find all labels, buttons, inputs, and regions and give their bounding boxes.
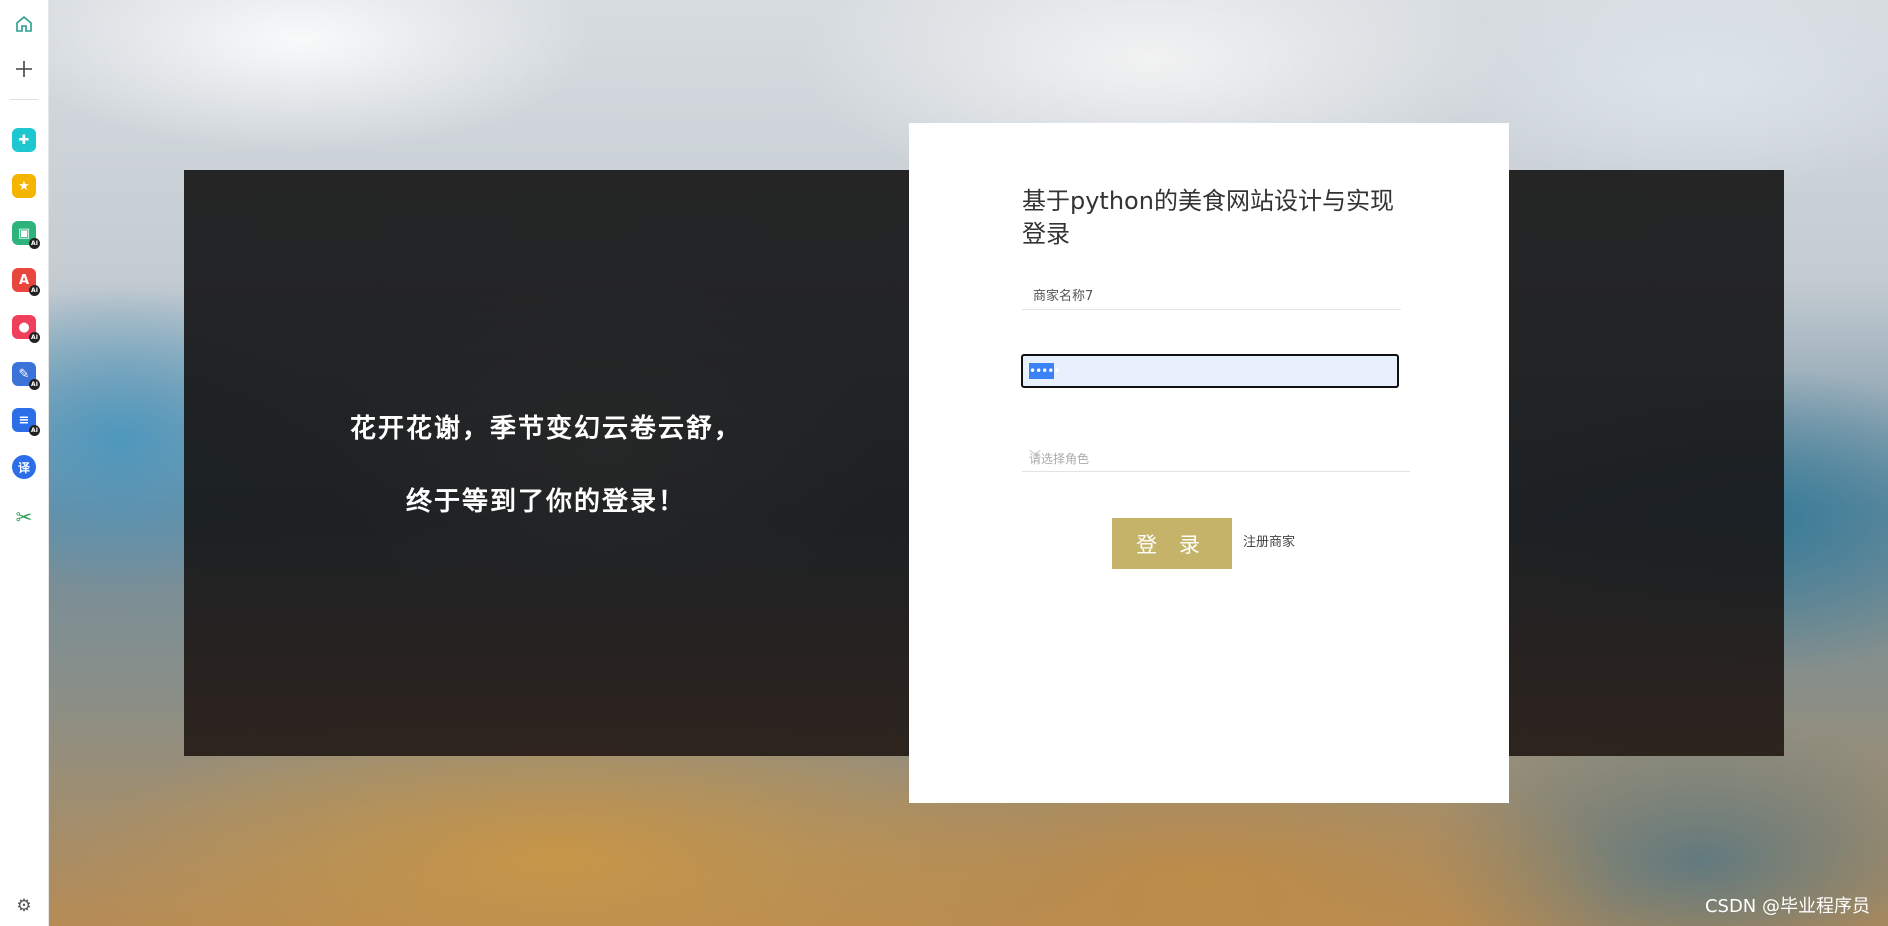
username-value: 商家名称7 [1033, 289, 1094, 304]
browser-sidebar: ✚ ★ ▣ AI A AI ● AI ✎ AI ≡ AI 译 ✂ ⚙ [0, 0, 49, 926]
password-selected-text: ••••• [1029, 363, 1060, 379]
app-tile-star-icon[interactable]: ★ [10, 172, 38, 200]
settings-icon[interactable]: ⚙ [10, 892, 38, 920]
welcome-slogan: 花开花谢，季节变幻云卷云舒， 终于等到了你的登录！ [184, 170, 908, 756]
app-tile-doc-icon[interactable]: ≡ AI [10, 406, 40, 436]
login-button[interactable]: 登 录 [1112, 518, 1232, 569]
register-merchant-link[interactable]: 注册商家 [1243, 531, 1295, 550]
title-line-2: 登录 [1022, 220, 1070, 248]
slogan-line-1: 花开花谢，季节变幻云卷云舒， [349, 414, 742, 444]
app-tile-edit-icon[interactable]: ✎ AI [10, 360, 40, 390]
app-tile-pdf-icon[interactable]: A AI [10, 266, 40, 296]
page-title: 基于python的美食网站设计与实现 登录 [1022, 185, 1422, 251]
scissors-icon[interactable]: ✂ [10, 503, 38, 531]
password-field[interactable]: ••••• [1021, 354, 1399, 388]
sidebar-divider [10, 99, 38, 100]
app-tile-image-icon[interactable]: ▣ AI [10, 219, 40, 249]
slogan-line-2: 终于等到了你的登录！ [405, 487, 686, 517]
app-tile-record-icon[interactable]: ● AI [10, 313, 40, 343]
chevron-down-icon: ﹀ [1029, 449, 1042, 463]
login-card: 基于python的美食网站设计与实现 登录 商家名称7 ••••• 请选择角色 … [909, 123, 1509, 803]
watermark: CSDN @毕业程序员 [1704, 896, 1870, 917]
home-icon[interactable] [10, 10, 38, 38]
title-line-1: 基于python的美食网站设计与实现 [1022, 187, 1394, 215]
role-select[interactable]: 请选择角色 ﹀ [1022, 441, 1410, 472]
translate-icon[interactable]: 译 [10, 453, 38, 481]
app-tile-cross-icon[interactable]: ✚ [10, 126, 38, 154]
username-field[interactable]: 商家名称7 [1022, 279, 1401, 310]
add-icon[interactable] [10, 55, 38, 83]
